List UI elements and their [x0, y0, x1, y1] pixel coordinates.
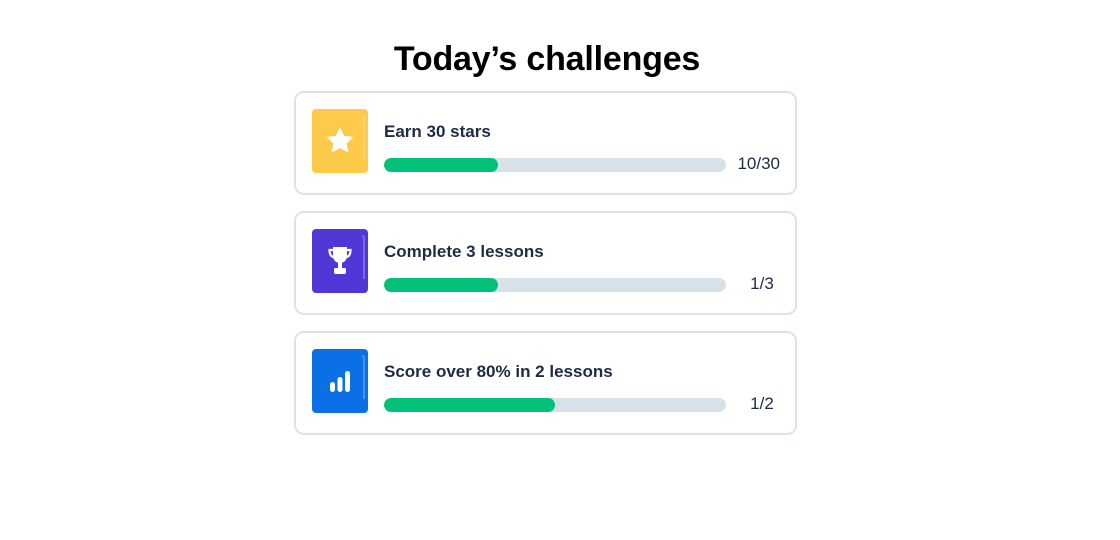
trophy-icon — [328, 247, 352, 274]
challenge-icon-tile — [312, 349, 368, 413]
challenge-card-complete-lessons[interactable]: Complete 3 lessons 1/3 — [294, 211, 797, 315]
progress-bar — [384, 278, 726, 292]
page-title: Today’s challenges — [393, 39, 701, 78]
challenge-card-earn-stars[interactable]: Earn 30 stars 10/30 — [294, 91, 797, 195]
challenge-icon-tile — [312, 229, 368, 293]
progress-bar — [384, 158, 726, 172]
challenge-title: Earn 30 stars — [384, 122, 491, 141]
bar-chart-icon — [330, 371, 350, 392]
challenge-list: Earn 30 stars 10/30 Complete 3 lessons 1… — [294, 91, 797, 451]
challenge-card-score-over[interactable]: Score over 80% in 2 lessons 1/2 — [294, 331, 797, 435]
challenge-title: Score over 80% in 2 lessons — [384, 362, 613, 381]
progress-bar-fill — [384, 398, 555, 412]
progress-bar-fill — [384, 278, 498, 292]
star-icon — [327, 128, 353, 153]
progress-count: 10/30 — [737, 154, 780, 173]
challenge-title: Complete 3 lessons — [384, 242, 544, 261]
challenge-icon-tile — [312, 109, 368, 173]
progress-count: 1/2 — [750, 394, 774, 413]
progress-bar — [384, 398, 726, 412]
progress-count: 1/3 — [750, 274, 774, 293]
progress-bar-fill — [384, 158, 498, 172]
